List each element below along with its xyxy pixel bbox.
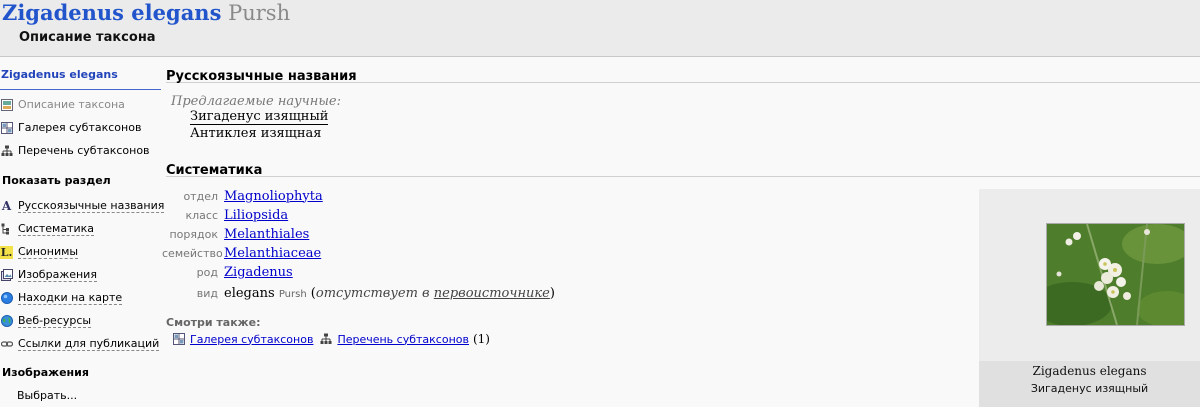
sidebar-item-label: Описание таксона bbox=[18, 98, 125, 111]
taxon-link-class[interactable]: Liliopsida bbox=[224, 208, 288, 223]
taxon-link-order[interactable]: Melanthiales bbox=[224, 227, 309, 242]
taxonomy-row-order: порядок Melanthiales bbox=[162, 225, 309, 243]
photo-caption-latin: Zigadenus elegans bbox=[1032, 364, 1147, 378]
sidebar-item-web-resources[interactable]: Веб-ресурсы bbox=[0, 312, 92, 330]
rank-label: вид bbox=[196, 286, 218, 300]
taxonomy-row-family: семейство Melanthiaceae bbox=[162, 244, 321, 262]
page-header: Zigadenus elegans Pursh Описание таксона bbox=[0, 0, 1200, 57]
rank-label: род bbox=[196, 265, 218, 279]
sidebar-item-citation-links[interactable]: Ссылки для публикаций bbox=[0, 335, 160, 353]
see-also-gallery-link[interactable]: Галерея субтаксонов bbox=[190, 333, 313, 346]
sidebar-item-label: Ссылки для публикаций bbox=[18, 336, 160, 351]
russian-name-2: Антиклея изящная bbox=[190, 126, 322, 141]
taxon-link-genus[interactable]: Zigadenus bbox=[224, 265, 293, 280]
russian-name-1[interactable]: Зигаденус изящный bbox=[190, 109, 329, 125]
tree-hierarchy-icon bbox=[319, 333, 332, 346]
species-author: Pursh bbox=[278, 288, 307, 300]
rank-label: порядок bbox=[169, 227, 218, 241]
taxonomy-row-genus: род Zigadenus bbox=[162, 263, 293, 281]
sidebar-item-description[interactable]: Описание таксона bbox=[0, 96, 125, 114]
taxonomy-row-division: отдел Magnoliophyta bbox=[162, 187, 323, 205]
sidebar-item-label: Галерея субтаксонов bbox=[18, 121, 142, 134]
chain-link-icon bbox=[0, 338, 13, 351]
sidebar-item-russian-names[interactable]: A Русскоязычные названия bbox=[0, 197, 165, 215]
sidebar-item-label: Перечень субтаксонов bbox=[18, 144, 150, 157]
russian-names-heading: Русскоязычные названия bbox=[166, 57, 1200, 84]
see-also-list-link[interactable]: Перечень субтаксонов bbox=[337, 333, 469, 346]
photo-caption-russian: Зигаденус изящный bbox=[1030, 382, 1149, 395]
species-note: отсутствует в bbox=[315, 285, 430, 301]
sidebar-item-gallery[interactable]: Галерея субтаксонов bbox=[0, 119, 141, 137]
page-title: Zigadenus elegans Pursh bbox=[2, 0, 290, 25]
page-subtitle: Описание таксона bbox=[19, 30, 156, 45]
sidebar-item-systematics[interactable]: Систематика bbox=[0, 220, 95, 238]
rank-label: отдел bbox=[183, 189, 218, 203]
images-section-title: Изображения bbox=[2, 366, 89, 379]
sidebar-item-synonyms[interactable]: L. Синонимы bbox=[0, 243, 79, 261]
sidebar-item-images[interactable]: Изображения bbox=[0, 266, 97, 284]
sidebar-item-label: Изображения bbox=[18, 267, 97, 282]
sidebar-item-label: Веб-ресурсы bbox=[18, 313, 92, 328]
species-epithet: elegans bbox=[224, 285, 275, 301]
source-link[interactable]: первоисточнике bbox=[434, 286, 550, 301]
see-also-links: Галерея субтаксонов Перечень субтаксонов… bbox=[172, 331, 490, 347]
sidebar-item-label: Синонимы bbox=[18, 244, 79, 259]
taxon-photo[interactable] bbox=[1032, 223, 1197, 327]
gallery-grid-icon bbox=[172, 333, 185, 346]
letter-l-icon: L. bbox=[0, 245, 13, 259]
sidebar-item-label: Русскоязычные названия bbox=[18, 198, 165, 213]
taxon-link-family[interactable]: Melanthiaceae bbox=[224, 246, 321, 261]
main-content: Русскоязычные названия Предлагаемые науч… bbox=[162, 57, 1200, 407]
systematics-heading: Систематика bbox=[166, 151, 1200, 178]
rank-label: класс bbox=[185, 208, 218, 222]
sidebar: Zigadenus elegans Описание таксона Галер… bbox=[0, 57, 165, 407]
sidebar-item-list[interactable]: Перечень субтаксонов bbox=[0, 142, 150, 160]
russian-name-text: Зигаденус изящный bbox=[190, 109, 329, 125]
taxon-latin-name: Zigadenus elegans bbox=[2, 0, 222, 25]
sidebar-taxon-link[interactable]: Zigadenus elegans bbox=[0, 68, 161, 90]
globe-green-icon bbox=[0, 315, 13, 328]
taxonomy-row-class: класс Liliopsida bbox=[162, 206, 288, 224]
proposed-label: Предлагаемые научные: bbox=[171, 94, 341, 109]
systematics-tree-icon bbox=[0, 223, 13, 236]
letter-a-icon: A bbox=[1, 199, 12, 213]
photo-panel: Zigadenus elegans Зигаденус изящный bbox=[979, 189, 1200, 407]
rank-label: семейство bbox=[162, 246, 223, 260]
choose-image-link[interactable]: Выбрать... bbox=[17, 387, 77, 405]
globe-blue-icon bbox=[0, 292, 13, 305]
taxon-author: Pursh bbox=[228, 1, 291, 25]
sidebar-item-map[interactable]: Находки на карте bbox=[0, 289, 123, 307]
choose-label: Выбрать... bbox=[17, 389, 78, 402]
sidebar-item-label: Находки на карте bbox=[18, 290, 123, 305]
gallery-grid-icon bbox=[0, 122, 13, 135]
see-also-count: (1) bbox=[472, 332, 490, 346]
images-icon bbox=[0, 269, 13, 282]
see-also-title: Смотри также: bbox=[166, 316, 261, 329]
sidebar-item-label: Систематика bbox=[18, 221, 95, 236]
description-icon bbox=[0, 99, 13, 112]
taxonomy-row-species: вид elegans Pursh (отсутствует в первоис… bbox=[162, 284, 555, 302]
taxon-link-division[interactable]: Magnoliophyta bbox=[224, 189, 323, 204]
show-section-title: Показать раздел bbox=[2, 174, 111, 187]
tree-hierarchy-icon bbox=[0, 145, 13, 158]
